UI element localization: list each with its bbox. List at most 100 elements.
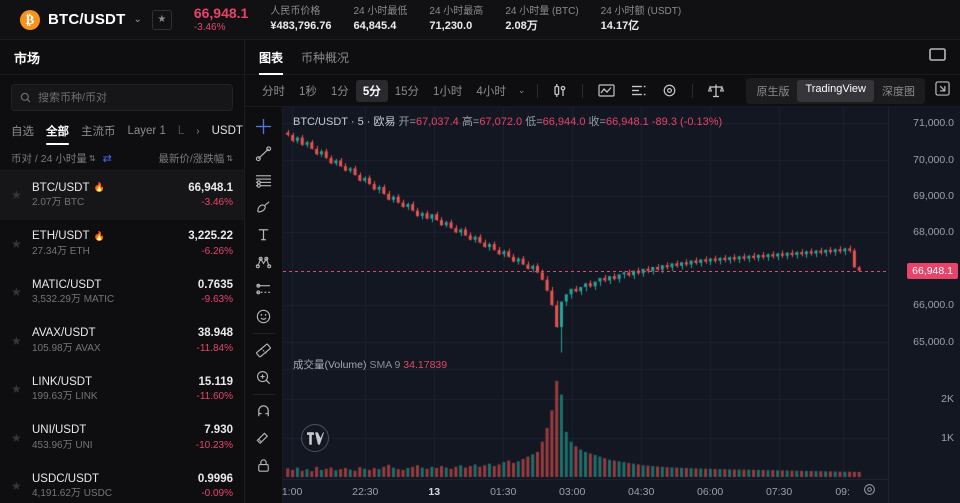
table-row[interactable]: ★ MATIC/USDT 3,532.29万 MATIC 0.7635 -9.63% — [0, 268, 244, 317]
sort-icon[interactable]: ⇅ — [226, 154, 233, 163]
column-header-pair-volume[interactable]: 币对 / 24 小时量 — [11, 151, 87, 166]
sidebar-category-major[interactable]: 主流币 — [81, 123, 116, 145]
table-row[interactable]: ★ AVAX/USDT 105.98万 AVAX 38.948 -11.84% — [0, 317, 244, 366]
zoom-in-icon[interactable] — [245, 364, 282, 391]
table-row[interactable]: ★ USDC/USDT 4,191.62万 USDC 0.9996 -0.09% — [0, 462, 244, 503]
tab-coin-overview[interactable]: 币种概况 — [301, 40, 349, 75]
row-left: UNI/USDT 453.96万 UNI — [32, 422, 93, 453]
star-icon[interactable]: ★ — [11, 382, 24, 396]
eraser-icon[interactable] — [245, 425, 282, 452]
compare-icon[interactable] — [700, 83, 732, 98]
market-price: 38.948 — [197, 327, 233, 340]
table-row[interactable]: ★ BTC/USDT 🔥 2.07万 BTC 66,948.1 -3.46% — [0, 171, 244, 220]
interval-4h[interactable]: 4小时 — [469, 80, 512, 102]
chevron-right-icon[interactable]: › — [196, 126, 199, 143]
list-icon[interactable] — [623, 84, 654, 97]
interval-5m[interactable]: 5分 — [355, 79, 388, 102]
lock-icon[interactable] — [245, 452, 282, 479]
interval-1s[interactable]: 1秒 — [292, 80, 324, 102]
market-price: 15.119 — [198, 375, 233, 388]
star-icon[interactable]: ★ — [11, 431, 24, 445]
brush-icon[interactable] — [245, 194, 282, 221]
chart-legend-title: BTC/USDT · 5 · 欧易 — [293, 116, 396, 128]
tab-chart[interactable]: 图表 — [259, 40, 284, 75]
view-mode-depth[interactable]: 深度图 — [874, 80, 923, 102]
app-body: 市场 自选 全部 主流币 Layer 1 L › USDT — [0, 40, 960, 503]
search-input[interactable] — [38, 91, 224, 104]
chevron-down-icon[interactable]: ⌄ — [513, 82, 531, 99]
time-axis-tick: 22:30 — [352, 485, 379, 498]
market-change: -11.60% — [196, 391, 233, 403]
price-chart[interactable]: BTC/USDT · 5 · 欧易 开=67,037.4 高=67,072.0 … — [283, 107, 888, 479]
market-volume: 2.07万 BTC — [32, 197, 85, 209]
trend-line-icon[interactable] — [245, 140, 282, 167]
candlestick-canvas — [283, 107, 888, 479]
column-header-price-change[interactable]: 最新价/涨跌幅 — [158, 151, 224, 166]
view-mode-native[interactable]: 原生版 — [748, 80, 797, 102]
interval-timeline[interactable]: 分时 — [255, 80, 292, 102]
emoji-icon[interactable] — [245, 303, 282, 330]
crosshair-icon[interactable] — [245, 113, 282, 140]
market-price: 7.930 — [204, 424, 233, 437]
sidebar-category-truncated[interactable]: L — [178, 125, 184, 143]
candlestick-type-icon[interactable] — [545, 83, 575, 98]
star-icon[interactable]: ★ — [11, 237, 24, 251]
table-row[interactable]: ★ UNI/USDT 453.96万 UNI 7.930 -10.23% — [0, 414, 244, 463]
magnet-icon[interactable] — [245, 398, 282, 425]
market-change: -6.26% — [201, 245, 233, 257]
time-axis-tick: 13 — [428, 485, 441, 498]
sort-icon[interactable]: ⇅ — [89, 154, 96, 163]
current-price-line — [283, 270, 888, 272]
market-volume: 4,191.62万 USDC — [32, 488, 113, 500]
time-axis-left-pad — [245, 479, 283, 503]
table-row[interactable]: ★ LINK/USDT 199.63万 LINK 15.119 -11.60% — [0, 365, 244, 414]
time-axis[interactable]: 1:00 22:30 13 01:30 03:00 04:30 06:00 07:30 09: — [282, 479, 888, 503]
star-icon[interactable]: ★ — [11, 285, 24, 299]
time-axis-tick: 07:30 — [765, 485, 793, 498]
table-row[interactable]: ★ ETH/USDT 🔥 27.34万 ETH 3,225.22 -6.26% — [0, 220, 244, 269]
pattern-tool-icon[interactable] — [245, 248, 282, 275]
stat-value: 14.17亿 — [600, 19, 640, 32]
interval-1h[interactable]: 1小时 — [426, 80, 469, 102]
interval-15m[interactable]: 15分 — [388, 80, 426, 102]
market-price: 66,948.1 — [188, 181, 233, 194]
hot-icon: 🔥 — [93, 230, 105, 241]
market-symbol: ETH/USDT 🔥 — [32, 230, 105, 243]
gear-icon[interactable] — [654, 83, 685, 98]
bitcoin-icon: ₿ — [20, 9, 40, 30]
fibonacci-lines-icon[interactable] — [245, 167, 282, 194]
search-box[interactable] — [11, 84, 233, 111]
market-symbol: USDC/USDT — [32, 472, 100, 485]
stat-24h-volume-base: 24 小时量 (BTC) 2.08万 — [505, 5, 578, 33]
star-icon[interactable]: ★ — [11, 479, 24, 493]
ruler-icon[interactable] — [245, 337, 282, 364]
sidebar-category-layer1[interactable]: Layer 1 — [128, 125, 166, 143]
time-axis-tick: 04:30 — [628, 485, 655, 498]
chevron-down-icon[interactable]: ⌄ — [133, 14, 141, 25]
stat-label: 人民币价格 — [270, 6, 321, 18]
page-title[interactable]: BTC/USDT — [48, 11, 125, 28]
swap-icon[interactable]: ⇄ — [103, 152, 112, 165]
column-header-price-change-wrap: 最新价/涨跌幅 ⇅ — [158, 151, 233, 166]
indicator-icon[interactable] — [590, 83, 623, 98]
category-tabs: 自选 全部 主流币 Layer 1 L › USDT ⌄ — [0, 117, 255, 147]
view-mode-tradingview[interactable]: TradingView — [797, 79, 874, 102]
expand-icon[interactable] — [931, 80, 950, 101]
price-axis[interactable]: 71,000.0 70,000.0 69,000.0 68,000.0 66,000.0… — [888, 107, 960, 479]
timezone-settings-icon[interactable] — [863, 483, 876, 501]
market-list[interactable]: ★ BTC/USDT 🔥 2.07万 BTC 66,948.1 -3.46% ★ ETH/US… — [0, 171, 244, 503]
star-icon[interactable]: ★ — [11, 334, 24, 348]
sidebar-category-all[interactable]: 全部 — [46, 123, 69, 145]
forecast-tool-icon[interactable] — [245, 276, 282, 303]
sidebar-category-favorites[interactable]: 自选 — [11, 123, 34, 145]
interval-1m[interactable]: 1分 — [324, 80, 356, 102]
star-icon[interactable]: ★ — [11, 188, 24, 202]
last-price-value: 66,948.1 — [193, 4, 249, 21]
favorite-star-button[interactable]: ★ — [151, 9, 172, 30]
row-right: 0.7635 -9.63% — [198, 277, 233, 308]
stat-label: 24 小时额 (USDT) — [600, 6, 682, 18]
row-left: BTC/USDT 🔥 2.07万 BTC — [32, 180, 105, 211]
row-left: USDC/USDT 4,191.62万 USDC — [32, 471, 112, 502]
text-tool-icon[interactable] — [245, 221, 282, 248]
window-icon[interactable] — [929, 48, 946, 66]
